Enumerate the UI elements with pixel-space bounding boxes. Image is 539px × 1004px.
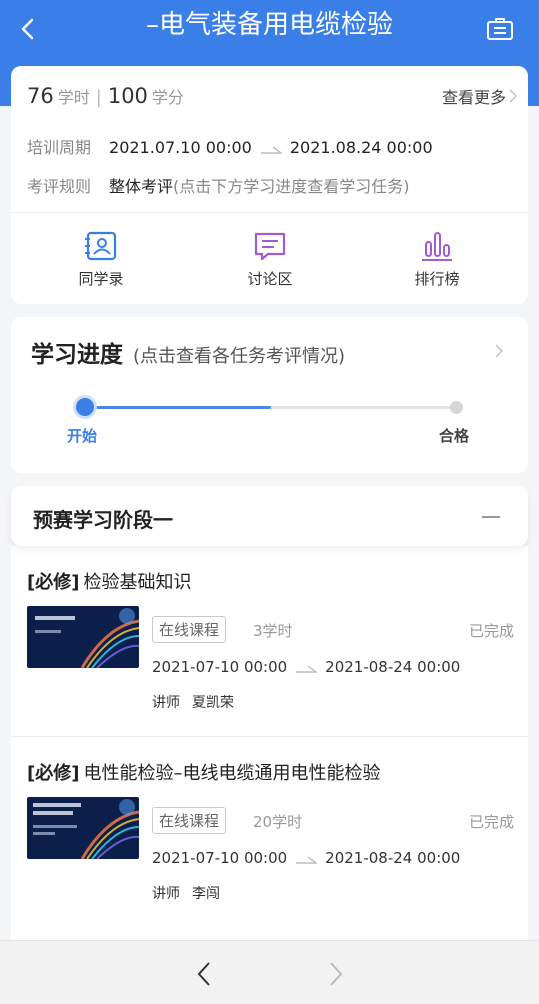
chevron-right-icon[interactable] [506,86,520,106]
teacher-label: 讲师 [152,886,180,902]
teacher-name: 夏凯荣 [192,695,234,711]
period-label: 培训周期 [27,138,92,157]
credits-value: 100 [107,84,148,108]
bottom-nav-bar [0,940,539,1004]
task-start: 2021-07-10 00:00 [152,658,288,676]
course-thumbnail [27,797,139,859]
progress-end-dot [450,401,463,414]
progress-title: 学习进度 (点击查看各任务考评情况) [31,335,345,369]
training-period-row: 培训周期 2021.07.10 00:00 2021.08.24 00:00 [27,134,433,158]
separator: | [95,87,102,108]
hours-credits: 76 学时 | 100 学分 [27,84,184,108]
task-hours: 3学时 [253,622,293,640]
task-start: 2021-07-10 00:00 [152,849,288,867]
task-list: [必修] 检验基础知识 在线课程 3学时 已完成 2021-07-10 00:00… [11,546,528,941]
task-teacher: 讲师 李闯 [152,883,220,903]
rule-hint: (点击下方学习进度查看学习任务) [173,177,410,196]
range-arrow-icon [260,145,282,154]
task-teacher: 讲师 夏凯荣 [152,692,234,712]
progress-start-label: 开始 [67,427,98,445]
progress-start-dot [76,398,94,416]
list-item[interactable]: [必修] 检验基础知识 在线课程 3学时 已完成 2021-07-10 00:00… [11,546,528,734]
list-item[interactable]: [必修] 电性能检验–电线电缆通用电性能检验 在线课程 20学时 已完成 2021… [11,736,528,925]
range-arrow-icon [296,855,318,864]
discussion-icon [254,232,286,261]
task-end: 2021-08-24 00:00 [325,849,461,867]
teacher-name: 李闯 [192,886,220,902]
progress-end-label: 合格 [439,427,470,445]
course-thumbnail [27,606,139,668]
rule-value: 整体考评 [109,177,174,196]
teacher-label: 讲师 [152,695,180,711]
classmates-button[interactable]: 同学录 [41,230,161,289]
task-end: 2021-08-24 00:00 [325,658,461,676]
discussion-button[interactable]: 讨论区 [210,230,330,289]
credits-unit: 学分 [151,88,184,107]
required-tag: [必修] [27,763,80,784]
task-title: [必修] 检验基础知识 [27,568,191,594]
evaluation-rule-row: 考评规则 整体考评(点击下方学习进度查看学习任务) [27,173,410,197]
chevron-right-icon[interactable] [492,341,506,361]
divider [11,212,528,213]
back-arrow-icon[interactable] [14,12,44,46]
ranking-button[interactable]: 排行榜 [377,230,497,289]
task-hours: 20学时 [253,813,303,831]
discussion-label: 讨论区 [247,270,293,288]
stage-title: 预赛学习阶段一 [33,508,173,532]
progress-title-text: 学习进度 [31,342,123,368]
task-status: 已完成 [468,622,514,640]
course-summary-card: 76 学时 | 100 学分 查看更多 培训周期 2021.07.10 00:00 2021… [11,66,528,304]
learning-progress-card[interactable]: 学习进度 (点击查看各任务考评情况) 开始 合格 [11,317,528,473]
hours-unit: 学时 [57,88,90,107]
task-title: [必修] 电性能检验–电线电缆通用电性能检验 [27,759,380,785]
period-start: 2021.07.10 00:00 [109,138,252,157]
briefcase-icon[interactable] [485,14,515,44]
task-dates: 2021-07-10 00:00 2021-08-24 00:00 [152,849,460,867]
classmates-label: 同学录 [78,270,124,288]
browser-forward-icon[interactable] [326,960,346,988]
ranking-label: 排行榜 [414,270,460,288]
progress-fill [85,406,271,409]
progress-hint: (点击查看各任务考评情况) [133,346,346,367]
task-dates: 2021-07-10 00:00 2021-08-24 00:00 [152,658,460,676]
task-name: 检验基础知识 [83,572,192,593]
collapse-icon[interactable] [482,516,500,518]
page-title: –电气装备用电缆检验 [145,10,393,40]
view-more-link[interactable]: 查看更多 [442,84,506,108]
required-tag: [必修] [27,572,80,593]
period-end: 2021.08.24 00:00 [289,138,433,157]
range-arrow-icon [296,664,318,673]
stage-header[interactable]: 预赛学习阶段一 [11,486,528,546]
ranking-icon [422,232,452,261]
browser-back-icon[interactable] [194,960,214,988]
course-type-badge: 在线课程 [152,807,227,834]
hours-value: 76 [27,84,54,108]
progress-track [85,406,457,409]
contacts-icon [85,231,117,261]
task-status: 已完成 [468,813,514,831]
course-type-badge: 在线课程 [152,616,227,643]
task-name: 电性能检验–电线电缆通用电性能检验 [83,763,381,784]
rule-label: 考评规则 [27,177,92,196]
